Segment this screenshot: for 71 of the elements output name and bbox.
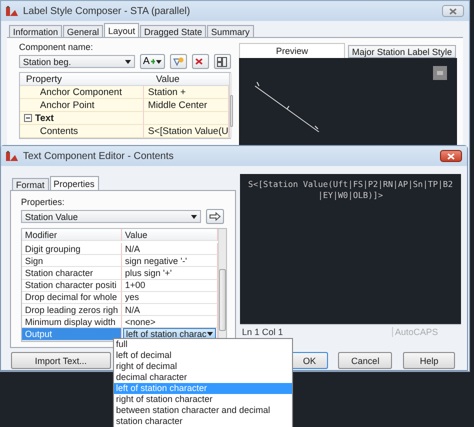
cancel-button[interactable]: Cancel bbox=[338, 352, 392, 369]
caret-icon bbox=[206, 332, 213, 336]
app-icon bbox=[6, 6, 18, 16]
cursor-position: Ln 1 Col 1 bbox=[241, 326, 284, 336]
help-button[interactable]: Help bbox=[403, 352, 455, 369]
preview-label: Preview bbox=[239, 43, 345, 58]
caret-icon bbox=[156, 60, 162, 64]
insert-button[interactable] bbox=[206, 209, 224, 224]
scrollbar[interactable] bbox=[229, 73, 232, 138]
modifier-value[interactable]: 1+00 bbox=[122, 280, 218, 292]
collapse-icon[interactable] bbox=[24, 114, 32, 122]
modifier-name[interactable]: Minimum display width bbox=[22, 316, 122, 328]
property-value[interactable]: Middle Center bbox=[144, 99, 230, 112]
close-icon bbox=[447, 152, 455, 160]
delete-component-button[interactable] bbox=[192, 54, 209, 69]
property-name: Anchor Component bbox=[20, 86, 144, 99]
tab[interactable]: Format bbox=[12, 178, 49, 190]
caret-icon bbox=[191, 214, 197, 218]
column-header: Modifier bbox=[22, 229, 122, 242]
property-value[interactable]: S<[Station Value(U bbox=[144, 125, 230, 138]
column-header: Value bbox=[150, 73, 230, 86]
tab[interactable]: Layout bbox=[104, 23, 140, 37]
editor-text-line: S<[Station Value(Uft|FS|P2|RN|AP|Sn|TP|B2 bbox=[248, 179, 453, 190]
properties-dropdown[interactable]: Station Value bbox=[21, 210, 201, 223]
close-button[interactable] bbox=[442, 5, 464, 17]
property-name: Anchor Point bbox=[20, 99, 144, 112]
modifier-name[interactable]: Station character positi bbox=[22, 280, 122, 292]
category-label: Text bbox=[35, 112, 54, 124]
property-name: Contents bbox=[20, 125, 144, 138]
properties-label: Properties: bbox=[21, 197, 66, 207]
grid-icon bbox=[217, 56, 227, 66]
modifier-value[interactable]: plus sign '+' bbox=[122, 267, 218, 280]
output-dropdown[interactable]: left of station charac bbox=[123, 328, 216, 340]
modifier-name[interactable]: Sign bbox=[22, 255, 122, 268]
modifier-name[interactable]: Station character bbox=[22, 267, 122, 280]
tab[interactable]: Properties bbox=[50, 176, 99, 190]
modifier-value[interactable]: yes bbox=[122, 292, 218, 304]
import-button[interactable]: Import Text... bbox=[11, 352, 111, 369]
modifier-value[interactable]: N/A bbox=[122, 304, 218, 316]
editor-text-line: |EY|W0|OLB)]> bbox=[318, 190, 383, 201]
tab[interactable]: General bbox=[63, 25, 104, 37]
property-value[interactable]: Station + bbox=[144, 86, 230, 99]
modifier-value[interactable]: N/A bbox=[122, 243, 218, 256]
modifier-name[interactable]: Drop decimal for whole bbox=[22, 292, 122, 304]
autocaps-status: AutoCAPS bbox=[392, 326, 461, 336]
modifier-name[interactable]: Drop leading zeros righ bbox=[22, 304, 122, 316]
add-text-component-button[interactable]: A bbox=[140, 54, 165, 69]
close-button[interactable] bbox=[440, 150, 462, 162]
caret-icon bbox=[125, 60, 132, 64]
column-header: Property bbox=[20, 73, 150, 86]
window-title: Label Style Composer - STA (parallel) bbox=[23, 6, 192, 16]
dialog-title: Text Component Editor - Contents bbox=[23, 150, 175, 162]
copy-component-button[interactable] bbox=[170, 54, 187, 69]
label-style-dropdown[interactable]: Major Station Label Style bbox=[348, 45, 456, 58]
modifier-value[interactable]: <none> bbox=[122, 316, 218, 328]
app-icon bbox=[6, 150, 18, 162]
close-icon bbox=[449, 8, 457, 14]
tab[interactable]: Summary bbox=[207, 25, 254, 37]
tab[interactable]: Information bbox=[9, 25, 62, 37]
column-header: Value bbox=[122, 229, 218, 242]
close-icon bbox=[195, 58, 203, 65]
plus-icon bbox=[150, 59, 156, 64]
ok-button[interactable]: OK bbox=[290, 352, 328, 369]
tab[interactable]: Dragged State bbox=[140, 25, 206, 37]
component-name-label: Component name: bbox=[19, 42, 94, 52]
modifier-value[interactable]: sign negative '-' bbox=[122, 255, 218, 268]
arrow-right-icon bbox=[209, 212, 221, 221]
component-order-button[interactable] bbox=[214, 54, 231, 69]
modifier-name[interactable]: Digit grouping bbox=[22, 243, 122, 256]
component-name-dropdown[interactable]: Station beg. bbox=[19, 55, 136, 68]
text-editor[interactable]: S<[Station Value(Uft|FS|P2|RN|AP|Sn|TP|B2 |EY|W0|OLB)]> bbox=[240, 174, 461, 324]
